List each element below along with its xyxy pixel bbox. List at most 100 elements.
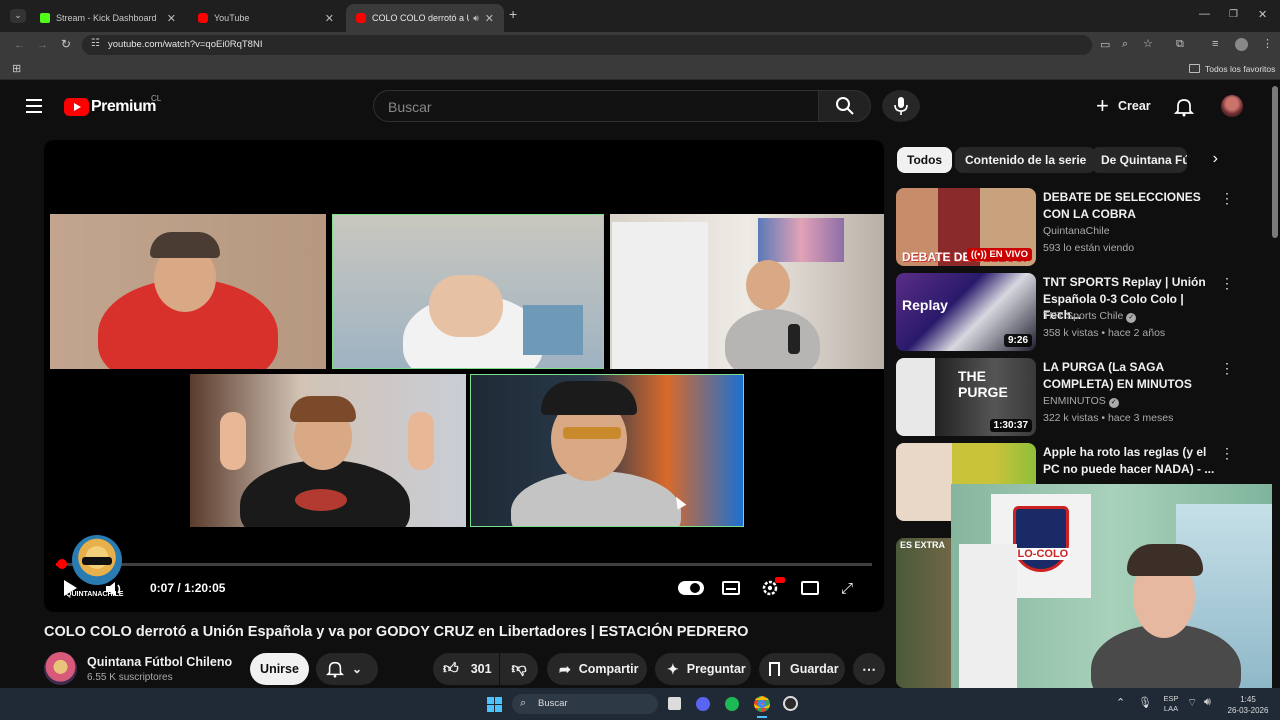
minimize-icon[interactable]: — [1199, 8, 1210, 20]
show-hidden-icons-chevron[interactable]: ⌃ [1116, 696, 1125, 709]
channel-avatar[interactable] [44, 652, 77, 685]
dislike-button[interactable]: 👎︎ [500, 653, 538, 685]
recommendation-channel[interactable]: QuintanaChile [1043, 225, 1110, 237]
close-tab-icon[interactable]: ✕ [485, 12, 494, 25]
hamburger-menu-icon[interactable] [26, 99, 42, 113]
recommendation-item[interactable]: Replay 9:26 TNT SPORTS Replay | Unión Es… [896, 273, 1236, 353]
captions-icon[interactable] [722, 581, 740, 595]
all-bookmarks-folder-icon[interactable] [1189, 64, 1200, 73]
more-actions-button[interactable]: ⋯ [853, 653, 885, 685]
restore-icon[interactable]: ❐ [1229, 9, 1238, 21]
more-options-icon[interactable]: ⋮ [1220, 360, 1234, 377]
recommendation-item[interactable]: THE PURGE 1:30:37 LA PURGA (La SAGA COMP… [896, 358, 1236, 438]
audio-playing-icon[interactable]: 🔊︎ [473, 13, 479, 24]
video-thumbnail[interactable]: Replay 9:26 [896, 273, 1036, 351]
notifications-bell-icon[interactable] [1174, 97, 1194, 117]
create-button[interactable]: + Crear [1088, 90, 1156, 122]
subscription-bell-button[interactable]: ⌄ [316, 653, 378, 685]
windows-taskbar: ⌕ Buscar ⌃ 🎙︎ ESP LAA ⌔ 🔊︎ 1:45 26-03-20… [0, 688, 1280, 720]
browser-menu-icon[interactable]: ⋮ [1262, 38, 1273, 50]
share-arrow-icon: ➦ [559, 660, 571, 677]
close-window-icon[interactable]: ✕ [1258, 9, 1267, 21]
more-options-icon[interactable]: ⋮ [1220, 190, 1234, 207]
cast-icon[interactable]: ▭ [1100, 39, 1110, 51]
back-icon[interactable]: ← [14, 39, 25, 51]
chips-next-arrow-icon[interactable]: › [1190, 147, 1230, 173]
windows-start-icon[interactable] [487, 697, 502, 712]
recommendation-title[interactable]: Apple ha roto las reglas (y el PC no pue… [1043, 444, 1215, 477]
site-info-icon[interactable]: ☷ [91, 38, 100, 49]
video-duration: 9:26 [1003, 334, 1032, 347]
zoom-icon[interactable]: ⌕ [1122, 38, 1128, 50]
time-separator: / [177, 581, 181, 595]
microphone-tray-icon[interactable]: 🎙︎ [1138, 696, 1152, 709]
all-bookmarks-label[interactable]: Todos los favoritos [1205, 64, 1275, 74]
wifi-icon[interactable]: ⌔ [1187, 696, 1197, 710]
apps-grid-icon[interactable]: ⊞ [12, 63, 21, 75]
more-options-icon[interactable]: ⋮ [1220, 445, 1234, 462]
progress-bar[interactable] [56, 563, 872, 566]
recommendation-channel[interactable]: ENMINUTOS ✓ [1043, 395, 1119, 408]
chip-series-content[interactable]: Contenido de la serie [955, 147, 1097, 173]
video-thumbnail[interactable]: THE PURGE 1:30:37 [896, 358, 1036, 436]
recommendation-title[interactable]: LA PURGA (La SAGA COMPLETA) EN MINUTOS [1043, 359, 1215, 392]
chrome-icon[interactable] [754, 696, 770, 712]
join-button[interactable]: Unirse [250, 653, 309, 685]
tab-title: YouTube [214, 13, 250, 23]
discord-icon[interactable] [696, 697, 710, 711]
more-options-icon[interactable]: ⋮ [1220, 275, 1234, 292]
save-button[interactable]: Guardar [759, 653, 845, 685]
profile-avatar[interactable] [1235, 38, 1248, 51]
share-button[interactable]: ➦ Compartir [547, 653, 647, 685]
progress-scrubber[interactable] [57, 559, 67, 569]
new-tab-icon[interactable]: + [509, 7, 517, 21]
volume-icon[interactable] [104, 580, 124, 598]
tab-search-icon[interactable]: ⌄ [10, 9, 26, 23]
page-scrollbar[interactable] [1272, 86, 1278, 238]
reload-icon[interactable]: ↻ [61, 38, 71, 50]
tab-kick-dashboard[interactable]: Stream - Kick Dashboard ✕ [30, 4, 186, 32]
ask-button[interactable]: ✦ Preguntar [655, 653, 751, 685]
clock[interactable]: 1:45 26-03-2026 [1216, 694, 1280, 716]
like-button[interactable]: 👍︎ 301 [433, 653, 499, 685]
autoplay-toggle[interactable] [678, 581, 704, 595]
obs-icon[interactable] [783, 696, 798, 711]
chip-from-channel[interactable]: De Quintana Fút [1091, 147, 1187, 173]
close-tab-icon[interactable]: ✕ [167, 12, 176, 25]
fullscreen-icon[interactable]: ⤢ [841, 581, 857, 597]
tab-colo-colo-video[interactable]: COLO COLO derrotó a Unión 🔊︎ ✕ [346, 4, 504, 32]
search-input[interactable]: Buscar [373, 90, 819, 122]
close-tab-icon[interactable]: ✕ [325, 12, 334, 25]
tab-youtube[interactable]: YouTube ✕ [188, 4, 344, 32]
extensions-icon[interactable]: ⧉ [1176, 38, 1184, 50]
live-badge: ((•)) EN VIVO [966, 248, 1032, 261]
share-label: Compartir [578, 662, 639, 676]
play-button[interactable] [64, 580, 77, 596]
file-explorer-icon[interactable] [668, 697, 681, 710]
recommendation-item[interactable]: DEBATE DE SELECCI ((•)) EN VIVO DEBATE D… [896, 188, 1236, 268]
theater-mode-icon[interactable] [801, 581, 819, 595]
spotify-icon[interactable] [725, 697, 739, 711]
media-control-icon[interactable]: ≡ [1212, 38, 1218, 50]
webcam-feed-5 [470, 374, 744, 527]
bookmark-star-icon[interactable]: ☆ [1143, 38, 1153, 50]
taskbar-search-box[interactable]: ⌕ Buscar [512, 694, 658, 714]
account-avatar[interactable] [1221, 95, 1243, 117]
language-indicator[interactable]: ESP LAA [1160, 694, 1182, 714]
recommendation-channel[interactable]: TNT Sports Chile ✓ [1043, 310, 1137, 323]
streamer-facecam-overlay: COLO-COLO [951, 484, 1272, 688]
address-bar[interactable]: ☷ youtube.com/watch?v=qoEi0RqT8NI [82, 35, 1092, 55]
webcam-feed-4 [190, 374, 466, 527]
search-button[interactable] [818, 90, 871, 122]
voice-search-button[interactable] [882, 90, 920, 122]
chip-all[interactable]: Todos [897, 147, 953, 173]
speaker-icon[interactable]: 🔊︎ [1204, 696, 1211, 709]
forward-icon[interactable]: → [37, 39, 48, 51]
channel-name[interactable]: Quintana Fútbol Chileno [87, 655, 232, 669]
youtube-logo[interactable]: Premium CL [64, 94, 164, 119]
recommendation-title[interactable]: DEBATE DE SELECCIONES CON LA COBRA [1043, 189, 1215, 222]
time-total: 1:20:05 [184, 581, 226, 595]
video-thumbnail[interactable]: DEBATE DE SELECCI ((•)) EN VIVO [896, 188, 1036, 266]
url-text[interactable]: youtube.com/watch?v=qoEi0RqT8NI [108, 39, 262, 50]
video-player[interactable]: QUINTANACHILE 0:07 / 1:20:05 ⤢ [44, 140, 884, 612]
